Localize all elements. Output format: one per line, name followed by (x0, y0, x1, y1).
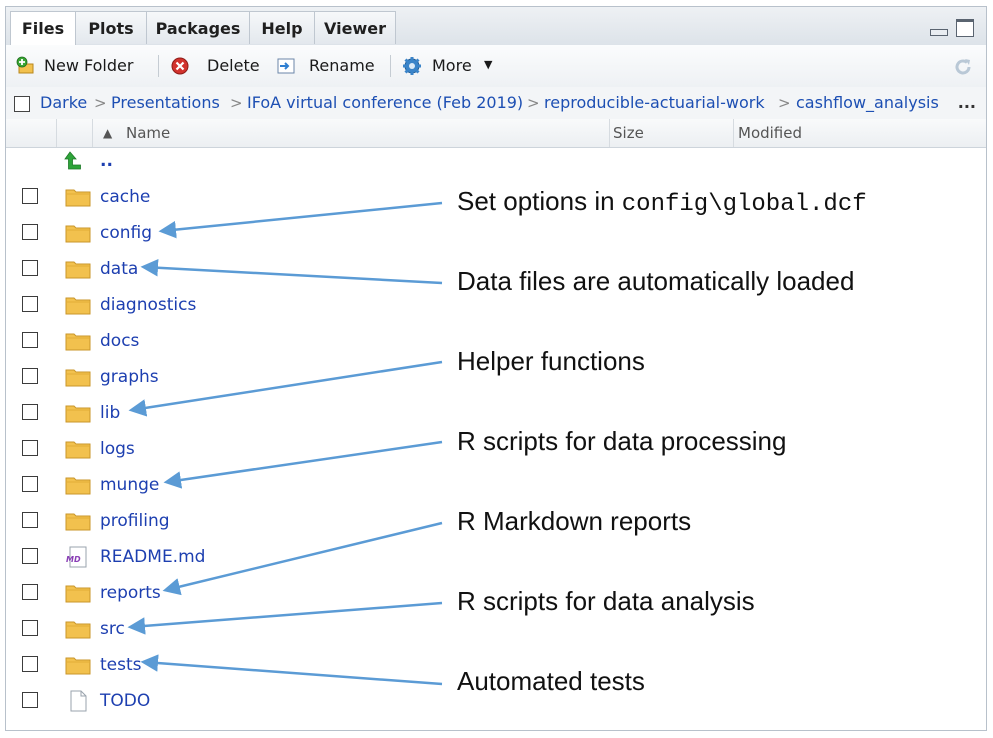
folder-icon (65, 369, 91, 387)
breadcrumb-item-darke[interactable]: Darke (40, 87, 87, 119)
folder-icon (65, 189, 91, 207)
select-checkbox[interactable] (22, 548, 38, 564)
annotation-lib: Helper functions (457, 346, 645, 376)
folder-icon (65, 513, 91, 531)
folder-icon (65, 297, 91, 315)
file-row[interactable]: MD README.md (6, 539, 986, 575)
file-icon (70, 690, 87, 712)
file-name-link[interactable]: munge (100, 467, 159, 503)
tab-files[interactable]: Files (10, 11, 76, 46)
breadcrumb-separator: > (230, 94, 243, 112)
tab-plots[interactable]: Plots (75, 11, 147, 44)
annotation-src: R scripts for data analysis (457, 586, 755, 616)
folder-icon (65, 333, 91, 351)
file-name-link[interactable]: profiling (100, 503, 170, 539)
breadcrumb-item-conference[interactable]: IFoA virtual conference (Feb 2019) (247, 87, 523, 119)
file-name-link[interactable]: cache (100, 179, 150, 215)
file-row[interactable]: config (6, 215, 986, 251)
refresh-icon[interactable] (952, 56, 974, 78)
tab-viewer[interactable]: Viewer (314, 11, 396, 44)
folder-icon (65, 585, 91, 603)
select-checkbox[interactable] (22, 332, 38, 348)
file-name-link[interactable]: README.md (100, 539, 205, 575)
parent-directory-link[interactable]: .. (100, 143, 113, 179)
breadcrumb-item-cashflow[interactable]: cashflow_analysis (796, 87, 939, 119)
annotation-data: Data files are automatically loaded (457, 266, 855, 296)
file-name-link[interactable]: logs (100, 431, 135, 467)
toolbar-separator (158, 55, 159, 77)
delete-icon (171, 57, 189, 75)
breadcrumb-separator: > (778, 94, 791, 112)
maximize-icon[interactable] (956, 19, 974, 37)
annotation-config-code: config\global.dcf (621, 191, 867, 218)
folder-icon (65, 621, 91, 639)
select-checkbox[interactable] (22, 188, 38, 204)
home-icon[interactable] (14, 96, 30, 112)
parent-directory-row[interactable]: .. (6, 143, 986, 179)
breadcrumb-item-repro[interactable]: reproducible-actuarial-work (544, 87, 765, 119)
file-name-link[interactable]: config (100, 215, 152, 251)
breadcrumb-item-presentations[interactable]: Presentations (111, 87, 220, 119)
breadcrumb-separator: > (94, 94, 107, 112)
select-checkbox[interactable] (22, 260, 38, 276)
select-checkbox[interactable] (22, 224, 38, 240)
file-row[interactable]: munge (6, 467, 986, 503)
select-checkbox[interactable] (22, 476, 38, 492)
chevron-down-icon: ▼ (484, 58, 493, 71)
minimize-icon[interactable] (930, 29, 948, 36)
annotation-reports: R Markdown reports (457, 506, 692, 536)
rename-icon (277, 58, 295, 74)
folder-icon (65, 225, 91, 243)
folder-icon (65, 261, 91, 279)
svg-text:MD: MD (66, 555, 81, 564)
tab-bar: Files Plots Packages Help Viewer (6, 7, 986, 46)
folder-icon (65, 441, 91, 459)
file-name-link[interactable]: src (100, 611, 125, 647)
tab-help[interactable]: Help (249, 11, 315, 44)
annotation-config: Set options in config\global.dcf (457, 186, 867, 218)
select-checkbox[interactable] (22, 404, 38, 420)
toolbar: New Folder Delete Rename More ▼ (6, 45, 986, 88)
gear-icon (403, 57, 421, 75)
breadcrumb-more-button[interactable]: ... (958, 87, 976, 119)
file-name-link[interactable]: reports (100, 575, 161, 611)
new-folder-icon (16, 56, 34, 74)
select-checkbox[interactable] (22, 440, 38, 456)
file-name-link[interactable]: graphs (100, 359, 159, 395)
folder-icon (65, 657, 91, 675)
tab-packages[interactable]: Packages (146, 11, 250, 44)
markdown-file-icon: MD (66, 546, 87, 568)
file-name-link[interactable]: diagnostics (100, 287, 196, 323)
folder-icon (65, 405, 91, 423)
select-checkbox[interactable] (22, 692, 38, 708)
select-checkbox[interactable] (22, 512, 38, 528)
folder-icon (65, 477, 91, 495)
go-up-icon (64, 151, 81, 170)
annotation-tests: Automated tests (457, 666, 645, 696)
select-checkbox[interactable] (22, 656, 38, 672)
select-checkbox[interactable] (22, 620, 38, 636)
toolbar-separator (390, 55, 391, 77)
annotation-munge: R scripts for data processing (457, 426, 787, 456)
file-name-link[interactable]: data (100, 251, 138, 287)
select-checkbox[interactable] (22, 368, 38, 384)
file-name-link[interactable]: TODO (100, 683, 150, 719)
file-name-link[interactable]: tests (100, 647, 142, 683)
select-checkbox[interactable] (22, 584, 38, 600)
file-name-link[interactable]: lib (100, 395, 120, 431)
annotation-config-text: Set options in (457, 186, 622, 216)
breadcrumb: Darke > Presentations > IFoA virtual con… (6, 87, 986, 120)
select-checkbox[interactable] (22, 296, 38, 312)
file-name-link[interactable]: docs (100, 323, 139, 359)
breadcrumb-separator: > (527, 94, 540, 112)
